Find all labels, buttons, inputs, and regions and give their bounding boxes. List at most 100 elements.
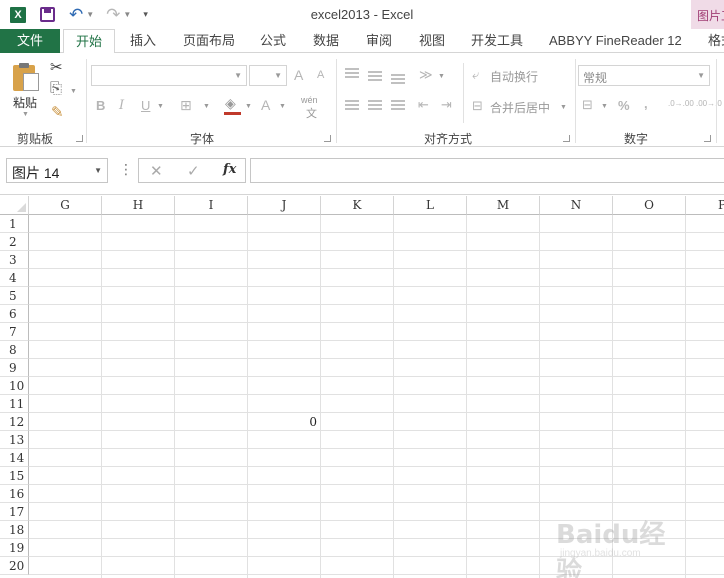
underline-button[interactable]: U bbox=[141, 98, 150, 113]
comma-style-button[interactable]: , bbox=[644, 96, 648, 111]
tab-formulas[interactable]: 公式 bbox=[260, 29, 286, 53]
tab-abbyy-finereader[interactable]: ABBYY FineReader 12 bbox=[549, 29, 682, 53]
cell-j12[interactable]: 0 bbox=[248, 415, 317, 429]
cancel-icon[interactable]: ✕ bbox=[150, 162, 163, 180]
align-left-icon[interactable] bbox=[345, 100, 359, 110]
bold-button[interactable]: B bbox=[96, 98, 105, 113]
clipboard-launcher-icon[interactable] bbox=[76, 135, 83, 142]
tab-view[interactable]: 视图 bbox=[419, 29, 445, 53]
formula-bar-resize-handle[interactable]: ⋮ bbox=[119, 161, 133, 178]
font-color-dropdown-icon[interactable]: ▼ bbox=[279, 103, 286, 110]
number-format-dropdown[interactable]: 常规 ▼ bbox=[578, 65, 710, 86]
row-header-16[interactable]: 16 bbox=[0, 485, 29, 503]
select-all-corner[interactable] bbox=[0, 196, 29, 215]
font-size-dropdown[interactable]: ▼ bbox=[249, 65, 287, 86]
phonetic-guide-button[interactable]: wén bbox=[301, 95, 318, 105]
grow-font-button[interactable]: A bbox=[294, 67, 303, 83]
row-header-3[interactable]: 3 bbox=[0, 251, 29, 269]
row-header-10[interactable]: 10 bbox=[0, 377, 29, 395]
paste-button-label[interactable]: 粘贴 bbox=[13, 94, 37, 111]
copy-dropdown-icon[interactable]: ▼ bbox=[70, 88, 77, 95]
tab-file[interactable]: 文件 bbox=[0, 29, 60, 53]
row-header-8[interactable]: 8 bbox=[0, 341, 29, 359]
increase-indent-icon[interactable]: ⇥ bbox=[441, 97, 452, 113]
align-middle-icon[interactable] bbox=[368, 71, 382, 81]
tab-developer[interactable]: 开发工具 bbox=[471, 29, 523, 53]
name-box-value: 图片 14 bbox=[12, 165, 60, 181]
column-header-n[interactable]: N bbox=[540, 196, 613, 215]
row-header-13[interactable]: 13 bbox=[0, 431, 29, 449]
row-header-19[interactable]: 19 bbox=[0, 539, 29, 557]
column-header-o[interactable]: O bbox=[613, 196, 686, 215]
tab-page-layout[interactable]: 页面布局 bbox=[183, 29, 235, 53]
borders-icon[interactable]: ⊞ bbox=[180, 97, 192, 114]
paste-dropdown-icon[interactable]: ▼ bbox=[22, 111, 29, 118]
row-header-5[interactable]: 5 bbox=[0, 287, 29, 305]
tab-insert[interactable]: 插入 bbox=[130, 29, 156, 53]
number-launcher-icon[interactable] bbox=[704, 135, 711, 142]
column-header-i[interactable]: I bbox=[175, 196, 248, 215]
enter-icon[interactable]: ✓ bbox=[187, 162, 200, 180]
row-header-4[interactable]: 4 bbox=[0, 269, 29, 287]
row-header-14[interactable]: 14 bbox=[0, 449, 29, 467]
row-header-2[interactable]: 2 bbox=[0, 233, 29, 251]
accounting-format-icon[interactable]: ⊟ bbox=[582, 97, 593, 113]
insert-function-button[interactable]: fx bbox=[223, 162, 236, 177]
orientation-icon[interactable]: ≫ bbox=[419, 67, 433, 83]
row-header-9[interactable]: 9 bbox=[0, 359, 29, 377]
row-header-11[interactable]: 11 bbox=[0, 395, 29, 413]
tab-data[interactable]: 数据 bbox=[313, 29, 339, 53]
row-header-12[interactable]: 12 bbox=[0, 413, 29, 431]
row-header-1[interactable]: 1 bbox=[0, 215, 29, 233]
column-header-g[interactable]: G bbox=[29, 196, 102, 215]
title-bar: X ↶▼ ↷▼ ▾ excel2013 - Excel 图片工具 bbox=[0, 0, 724, 29]
fill-color-icon[interactable]: ◈ bbox=[225, 95, 236, 112]
underline-dropdown-icon[interactable]: ▼ bbox=[157, 103, 164, 110]
row-header-6[interactable]: 6 bbox=[0, 305, 29, 323]
column-header-l[interactable]: L bbox=[394, 196, 467, 215]
format-painter-icon[interactable]: ✎ bbox=[51, 103, 64, 121]
increase-decimal-button[interactable]: .0→.00 bbox=[668, 99, 694, 108]
column-header-m[interactable]: M bbox=[467, 196, 540, 215]
tab-home[interactable]: 开始 bbox=[63, 29, 115, 54]
font-color-button[interactable]: A bbox=[261, 97, 270, 113]
alignment-launcher-icon[interactable] bbox=[563, 135, 570, 142]
font-launcher-icon[interactable] bbox=[324, 135, 331, 142]
row-header-18[interactable]: 18 bbox=[0, 521, 29, 539]
merge-dropdown-icon[interactable]: ▼ bbox=[560, 104, 567, 111]
decrease-decimal-button[interactable]: .00→.0 bbox=[696, 99, 722, 108]
picture-tools-context-tab[interactable]: 图片工具 bbox=[691, 0, 724, 29]
row-header-15[interactable]: 15 bbox=[0, 467, 29, 485]
paste-icon[interactable] bbox=[13, 63, 41, 91]
wrap-text-button[interactable]: 自动换行 bbox=[490, 68, 538, 85]
align-center-icon[interactable] bbox=[368, 100, 382, 110]
column-header-h[interactable]: H bbox=[102, 196, 175, 215]
formula-input[interactable] bbox=[250, 158, 724, 183]
orientation-dropdown-icon[interactable]: ▼ bbox=[438, 73, 445, 80]
tab-review[interactable]: 审阅 bbox=[366, 29, 392, 53]
column-header-k[interactable]: K bbox=[321, 196, 394, 215]
italic-button[interactable]: I bbox=[119, 98, 124, 113]
align-right-icon[interactable] bbox=[391, 100, 405, 110]
align-top-icon[interactable] bbox=[345, 68, 359, 78]
copy-icon[interactable]: ⎘ bbox=[50, 80, 62, 97]
name-box[interactable]: 图片 14 ▼ bbox=[6, 158, 108, 183]
fill-color-dropdown-icon[interactable]: ▼ bbox=[245, 103, 252, 110]
clipboard-group-label: 剪贴板 bbox=[17, 132, 54, 146]
column-header-p[interactable]: P bbox=[686, 196, 724, 215]
decrease-indent-icon[interactable]: ⇤ bbox=[418, 97, 429, 113]
accounting-dropdown-icon[interactable]: ▼ bbox=[601, 103, 608, 110]
column-header-j[interactable]: J bbox=[248, 196, 321, 215]
tab-format[interactable]: 格式 bbox=[708, 29, 724, 53]
merge-center-button[interactable]: 合并后居中 bbox=[490, 99, 550, 116]
row-header-17[interactable]: 17 bbox=[0, 503, 29, 521]
align-bottom-icon[interactable] bbox=[391, 74, 405, 84]
cut-icon[interactable]: ✂ bbox=[50, 58, 63, 76]
chevron-down-icon[interactable]: ▼ bbox=[94, 166, 102, 175]
shrink-font-button[interactable]: A bbox=[317, 69, 324, 81]
row-header-20[interactable]: 20 bbox=[0, 557, 29, 575]
font-name-dropdown[interactable]: ▼ bbox=[91, 65, 247, 86]
percent-style-button[interactable]: % bbox=[618, 98, 630, 113]
borders-dropdown-icon[interactable]: ▼ bbox=[203, 103, 210, 110]
row-header-7[interactable]: 7 bbox=[0, 323, 29, 341]
